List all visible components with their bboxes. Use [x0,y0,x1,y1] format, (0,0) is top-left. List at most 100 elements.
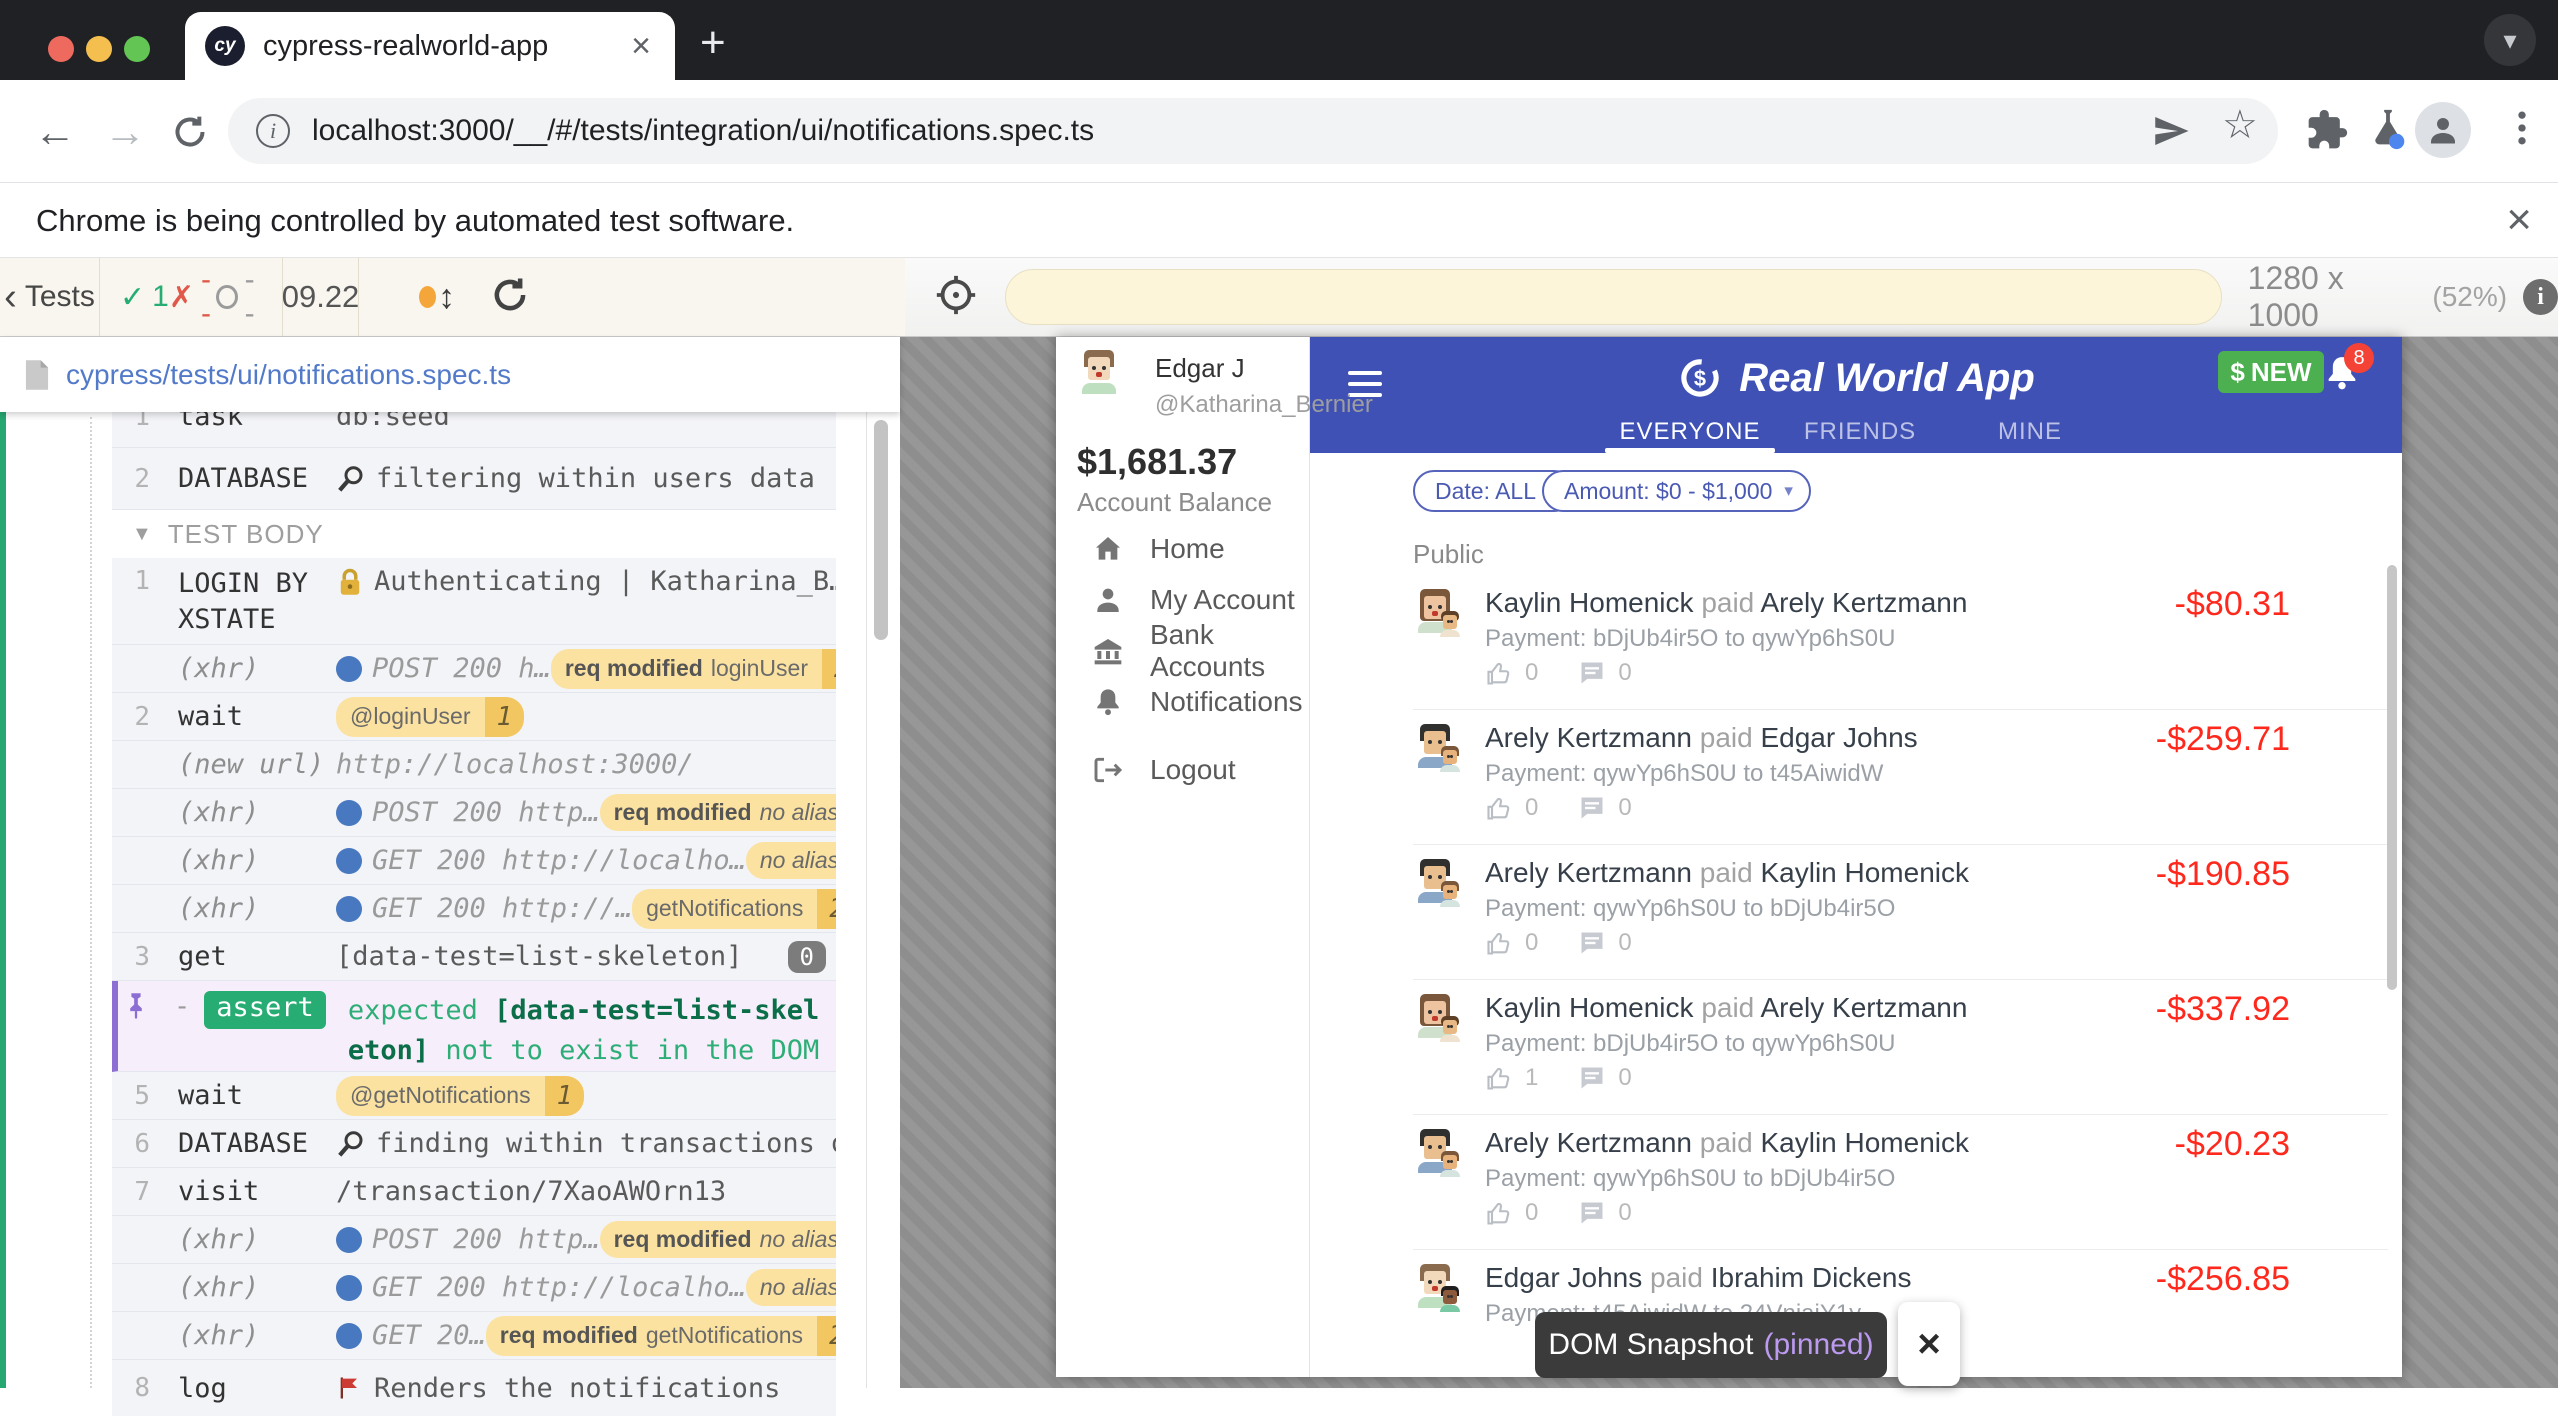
extension-flask-icon[interactable] [2365,106,2411,157]
like-icon[interactable] [1485,659,1513,687]
transaction-amount: -$190.85 [2156,855,2290,894]
like-icon[interactable] [1485,1199,1513,1227]
selector-playground-button[interactable] [933,272,979,323]
transaction-detail: Payment: bDjUb4ir5O to qywYp6hS0U [1485,625,1895,653]
xhr-dot-icon [336,1227,362,1253]
tab-everyone[interactable]: EVERYONE [1605,411,1775,453]
command-row-database[interactable]: 6 DATABASE finding within transactions d… [112,1120,836,1168]
tab-close-icon[interactable]: × [627,27,655,66]
transaction-row[interactable]: Kaylin Homenick paid Arely Kertzmann Pay… [1413,575,2388,710]
amount-filter-chip[interactable]: Amount: $0 - $1,000 ▾ [1542,470,1811,512]
feed-scrollbar[interactable] [2387,565,2397,990]
failed-stat[interactable]: ✗ -- [169,263,216,331]
window-close-button[interactable] [48,36,74,62]
command-row-xhr[interactable]: (xhr) POST 200 http… req modifiedno alia… [112,789,836,837]
command-row-login[interactable]: 1 LOGIN BY XSTATE Authenticating | Katha… [112,558,836,645]
comment-icon[interactable] [1578,659,1606,687]
command-name: visit [178,1176,336,1207]
transaction-row[interactable]: Arely Kertzmann paid Kaylin Homenick Pay… [1413,1115,2388,1250]
route-badge: getNotifications 2 [632,889,836,929]
sidebar-item-notifications[interactable]: Notifications [1056,676,1310,728]
xhr-dot-icon [336,800,362,826]
comment-icon[interactable] [1578,1199,1606,1227]
command-row-newurl[interactable]: (new url) http://localhost:3000/ [112,741,836,789]
assert-dash: - [174,991,190,1022]
transaction-detail: Payment: bDjUb4ir5O to qywYp6hS0U [1485,1030,1895,1058]
command-log-panel: cypress/tests/ui/notifications.spec.ts 1… [0,337,900,1388]
runner-address-bar[interactable] [1005,269,2222,325]
test-passed-bar [0,412,6,1388]
sidebar-item-logout[interactable]: Logout [1056,744,1310,796]
banner-close-icon[interactable]: × [2506,195,2532,245]
like-icon[interactable] [1485,1064,1513,1092]
command-row-log[interactable]: 8 log Renders the notifications [112,1360,836,1416]
new-transaction-button[interactable]: $NEW [2218,351,2324,393]
sidebar-item-bank-accounts[interactable]: Bank Accounts [1056,625,1310,677]
like-icon[interactable] [1485,794,1513,822]
command-number: 8 [112,1373,150,1403]
tab-friends[interactable]: FRIENDS [1775,411,1945,453]
bookmark-star-icon[interactable]: ☆ [2222,102,2258,148]
browser-tab[interactable]: cy cypress-realworld-app × [185,12,675,80]
like-icon[interactable] [1485,929,1513,957]
command-row-xhr[interactable]: (xhr) GET 200 http://localho… no alias [112,1264,836,1312]
reload-icon[interactable] [170,112,210,157]
command-row-xhr[interactable]: (xhr) GET 200 http://… getNotifications … [112,885,836,933]
command-row-wait[interactable]: 5 wait @getNotifications 1 [112,1072,836,1120]
back-icon[interactable]: ← [34,108,76,156]
command-row-xhr[interactable]: (xhr) GET 200 http://localho… no alias [112,837,836,885]
forward-icon[interactable]: → [104,108,146,156]
tab-search-icon[interactable]: ▾ [2484,14,2536,66]
comment-icon[interactable] [1578,929,1606,957]
extensions-icon[interactable] [2305,108,2349,157]
command-row-xhr[interactable]: (xhr) POST 200 h… req modifiedloginUser … [112,645,836,693]
auto-scroll-toggle[interactable]: ↕ [419,278,455,317]
back-to-tests-button[interactable]: ‹ Tests [0,258,100,336]
transaction-amount: -$80.31 [2175,585,2290,624]
address-bar[interactable]: i localhost:3000/__/#/tests/integration/… [228,98,2278,164]
spec-path-link[interactable]: cypress/tests/ui/notifications.spec.ts [66,359,511,391]
share-icon[interactable] [2150,110,2192,157]
reporter-scrollbar[interactable] [874,420,888,640]
command-row-xhr[interactable]: (xhr) POST 200 http… req modifiedno alia… [112,1216,836,1264]
command-row-wait[interactable]: 2 wait @loginUser 1 [112,693,836,741]
browser-toolbar: ← → i localhost:3000/__/#/tests/integrat… [0,80,2558,183]
transaction-row[interactable]: Arely Kertzmann paid Edgar Johns Payment… [1413,710,2388,845]
transaction-row[interactable]: Kaylin Homenick paid Arely Kertzmann Pay… [1413,980,2388,1115]
new-tab-button[interactable]: + [700,18,726,68]
auto-scroll-dot-icon [419,286,436,308]
command-message: filtering within users data [336,463,815,494]
command-row-assert-pinned[interactable]: - assert expected [data-test=list-skelet… [112,981,836,1072]
pin-icon[interactable] [118,991,150,1028]
window-minimize-button[interactable] [86,36,112,62]
passed-stat[interactable]: ✓ 1 [120,280,169,315]
transaction-row[interactable]: Arely Kertzmann paid Kaylin Homenick Pay… [1413,845,2388,980]
pending-stat[interactable]: -- [216,263,262,331]
flag-icon [336,1374,364,1402]
command-row-database[interactable]: 2 DATABASE filtering within users data [112,448,836,510]
runner-background: $ Real World App EVERYONE FRIENDS MINE $… [900,337,2558,1388]
restart-tests-button[interactable] [489,274,531,321]
command-row-visit[interactable]: 7 visit /transaction/7XaoAWOrn13 [112,1168,836,1216]
comment-icon[interactable] [1578,1064,1606,1092]
window-zoom-button[interactable] [124,36,150,62]
notifications-bell-button[interactable]: 8 [2322,353,2366,397]
browser-menu-icon[interactable] [2500,106,2544,155]
profile-avatar-icon[interactable] [2415,102,2471,158]
xhr-dot-icon [336,896,362,922]
command-row-xhr[interactable]: (xhr) GET 20… req modifiedgetNotificatio… [112,1312,836,1360]
command-row-task[interactable]: 1 task db:seed [112,412,836,448]
transaction-detail: Payment: qywYp6hS0U to bDjUb4ir5O [1485,1165,1895,1193]
snapshot-close-button[interactable]: × [1898,1302,1960,1386]
section-test-body[interactable]: ▼ TEST BODY [112,510,836,558]
sidebar-item-home[interactable]: Home [1056,523,1310,575]
site-info-icon[interactable]: i [256,114,290,148]
sender-avatar [1413,589,1457,633]
command-row-get[interactable]: 3 get [data-test=list-skeleton] 0 [112,933,836,981]
xhr-dot-icon [336,656,362,682]
panel-divider[interactable] [866,337,867,1388]
logout-icon [1092,754,1124,786]
comment-icon[interactable] [1578,794,1606,822]
viewport-info-icon[interactable]: i [2523,279,2558,315]
tab-mine[interactable]: MINE [1945,411,2115,453]
